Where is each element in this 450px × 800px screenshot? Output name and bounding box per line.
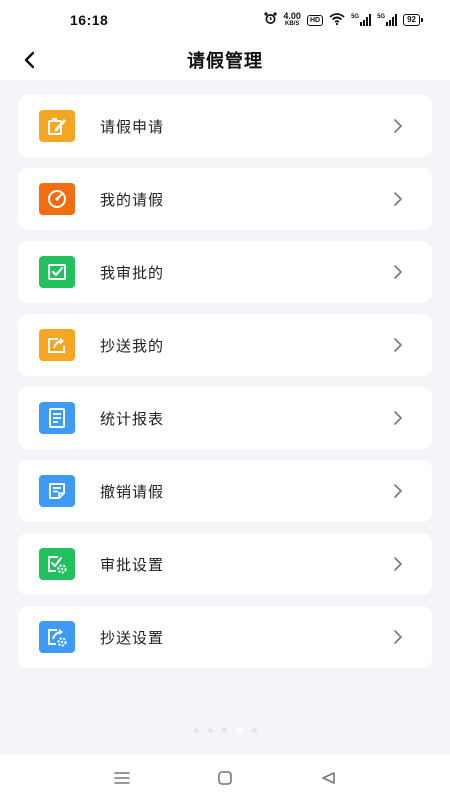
revoke-doc-icon — [39, 475, 75, 507]
page-dot — [193, 728, 199, 733]
chevron-right-icon — [394, 411, 402, 425]
menu-item-approval-settings[interactable]: 审批设置 — [18, 533, 432, 595]
back-button[interactable] — [14, 44, 46, 76]
hd-badge: HD — [306, 14, 324, 26]
chevron-right-icon — [394, 338, 402, 352]
menu-item-cancel-leave[interactable]: 撤销请假 — [18, 460, 432, 522]
battery-icon: 92 — [403, 14, 423, 26]
menu-item-my-approvals[interactable]: 我审批的 — [18, 241, 432, 303]
page-dot — [221, 728, 227, 733]
status-bar: 16:18 4.00 KB/S HD 5G 5G 92 — [0, 0, 450, 40]
page-dot-active — [235, 727, 243, 734]
chevron-left-icon — [24, 51, 35, 69]
chevron-right-icon — [394, 630, 402, 644]
status-icons: 4.00 KB/S HD 5G 5G 92 — [264, 12, 423, 28]
menu-item-label: 审批设置 — [100, 556, 165, 574]
apply-form-icon — [39, 110, 75, 142]
chevron-right-icon — [394, 192, 402, 206]
menu-item-label: 抄送我的 — [100, 337, 165, 355]
gauge-icon — [39, 183, 75, 215]
wifi-icon — [329, 12, 345, 28]
sim2-label: 5G — [377, 14, 386, 20]
alarm-icon — [264, 12, 278, 28]
back-triangle-icon — [322, 771, 336, 784]
recent-apps-button[interactable] — [102, 758, 142, 798]
network-speed-unit: KB/S — [285, 21, 300, 27]
chevron-right-icon — [394, 484, 402, 498]
chevron-right-icon — [394, 265, 402, 279]
menu-item-leave-apply[interactable]: 请假申请 — [18, 95, 432, 157]
page-dot — [207, 728, 213, 733]
menu-item-label: 我的请假 — [100, 191, 165, 209]
status-time: 16:18 — [70, 12, 109, 28]
system-nav-bar — [0, 755, 450, 800]
menu-item-my-leave[interactable]: 我的请假 — [18, 168, 432, 230]
home-button[interactable] — [205, 758, 245, 798]
menu-item-label: 统计报表 — [100, 410, 165, 428]
approval-settings-icon — [39, 548, 75, 580]
page-indicator — [0, 727, 450, 734]
checkbox-check-icon — [39, 256, 75, 288]
home-square-icon — [218, 770, 232, 785]
chevron-right-icon — [394, 119, 402, 133]
battery-level: 92 — [407, 15, 416, 24]
sim1-label: 5G — [351, 14, 360, 20]
report-sheet-icon — [39, 402, 75, 434]
network-speed: 4.00 KB/S — [283, 12, 301, 28]
menu-item-cc-settings[interactable]: 抄送设置 — [18, 606, 432, 668]
page-title: 请假管理 — [187, 51, 263, 72]
menu-item-label: 我审批的 — [100, 264, 165, 282]
menu-item-label: 抄送设置 — [100, 629, 165, 647]
menu-item-label: 请假申请 — [100, 118, 165, 136]
chevron-right-icon — [394, 557, 402, 571]
nav-header: 请假管理 — [0, 40, 450, 80]
menu-item-cc-to-me[interactable]: 抄送我的 — [18, 314, 432, 376]
share-arrow-icon — [39, 329, 75, 361]
page-dot — [251, 728, 257, 733]
menu-lines-icon — [113, 771, 130, 784]
share-settings-icon — [39, 621, 75, 653]
network-speed-value: 4.00 — [283, 11, 301, 21]
menu-item-statistics-report[interactable]: 统计报表 — [18, 387, 432, 449]
sim1-signal-icon: 5G — [351, 14, 372, 26]
menu-item-label: 撤销请假 — [100, 483, 165, 501]
sim2-signal-icon: 5G — [377, 14, 398, 26]
system-back-button[interactable] — [308, 758, 348, 798]
